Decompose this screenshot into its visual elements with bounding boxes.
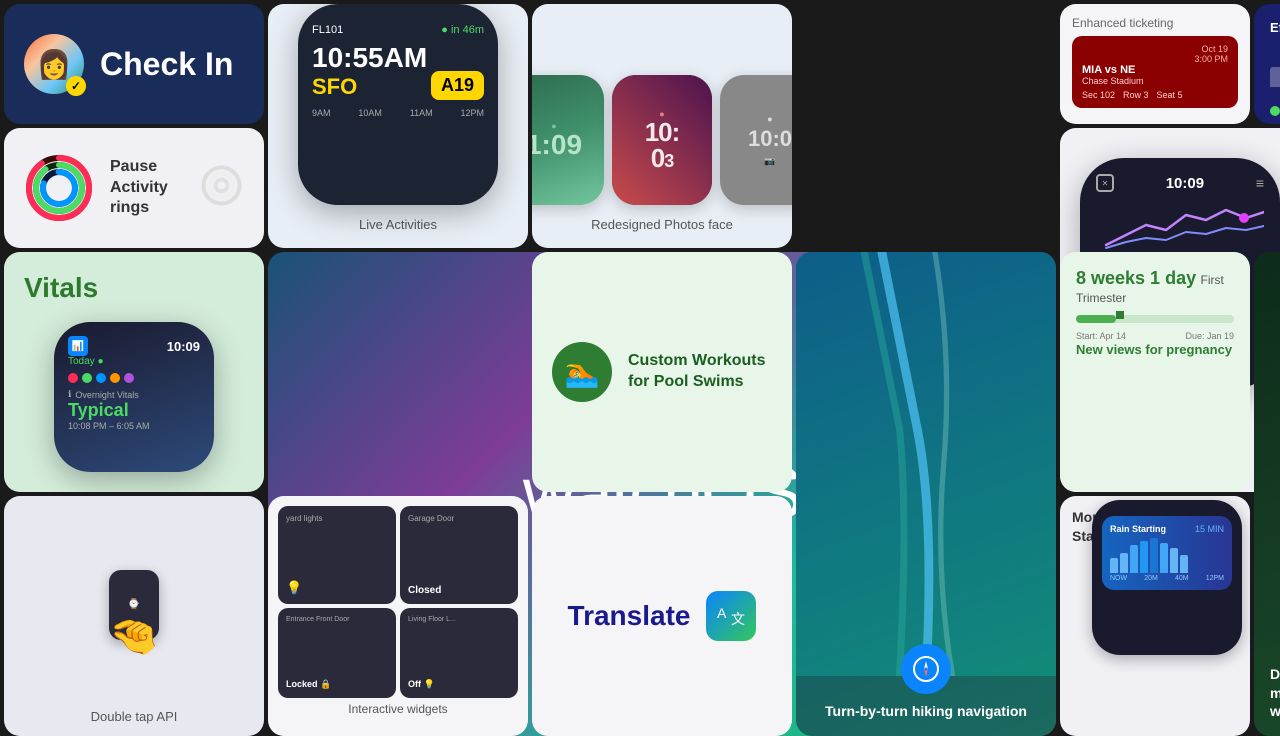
live-activities-watch: FL101 ● in 46m 10:55AM SFO A19 9AM 10AM … — [298, 4, 498, 205]
ticket-venue: Chase Stadium — [1082, 76, 1228, 86]
flight-number: FL101 — [312, 24, 343, 36]
pregnancy-weeks: 8 weeks 1 day — [1076, 268, 1196, 288]
vitals-card: Vitals 📊 10:09 Today ● ℹ Overnight Vital… — [4, 252, 264, 492]
translate-label: Translate — [568, 600, 691, 632]
pregnancy-marker — [1116, 311, 1124, 319]
vitals-overnight-label: Overnight Vitals — [75, 390, 138, 400]
pool-swims-card: 🏊 Custom Workouts for Pool Swims — [532, 252, 792, 492]
smart-stack-card: More intelligent Smart Stack Rain Starti… — [1060, 496, 1250, 736]
activity-rings — [24, 153, 94, 223]
pause-ring-preview — [199, 163, 244, 213]
checkin-label: Check In — [100, 46, 233, 83]
ticketing-card: Enhanced ticketing Oct 19 3:00 PM MIA vs… — [1060, 4, 1250, 124]
widget-grid: yard lights 💡 Garage Door Closed Entranc… — [278, 506, 518, 698]
nav-map-background — [796, 252, 1056, 676]
live-activities-card: FL101 ● in 46m 10:55AM SFO A19 9AM 10AM … — [268, 4, 528, 248]
translate-card: Translate A 文 — [532, 496, 792, 736]
svg-text:文: 文 — [731, 612, 745, 628]
double-tap-label: Double tap API — [91, 709, 178, 724]
pregnancy-bar-fill — [1076, 315, 1116, 323]
pause-activity-card: Pause Activity rings — [4, 128, 264, 248]
effort-dot — [1270, 106, 1280, 116]
photos-face-label: Redesigned Photos face — [591, 217, 733, 232]
vitals-status: Typical — [68, 400, 200, 421]
pregnancy-dates: Start: Apr 14 Due: Jan 19 — [1076, 331, 1234, 341]
flight-gate: A19 — [431, 71, 484, 100]
ticketing-title: Enhanced ticketing — [1072, 16, 1238, 30]
ticket-date: Oct 19 3:00 PM — [1082, 44, 1228, 64]
interactive-widgets-card: yard lights 💡 Garage Door Closed Entranc… — [268, 496, 528, 736]
flight-time: 10:55AM — [312, 42, 427, 74]
navigation-label: Turn-by-turn hiking navigation — [825, 702, 1027, 720]
watch-face-photo: ● 10:0 📷 — [720, 75, 792, 205]
nav-compass-icon — [901, 644, 951, 694]
vitals-today: Today ● — [68, 356, 200, 367]
checkin-avatar: 👩 — [24, 34, 84, 94]
widget-garage[interactable]: Garage Door Closed — [400, 506, 518, 604]
watch-face-green: ● 1:09 — [532, 75, 604, 205]
checkin-card: 👩 Check In — [4, 4, 264, 124]
vitals-time-range: 10:08 PM – 6:05 AM — [68, 421, 200, 431]
pregnancy-card: 8 weeks 1 day First Trimester Start: Apr… — [1060, 252, 1250, 492]
pause-label: Pause Activity rings — [110, 157, 183, 219]
route-maps-card: 🏃 OlmstedWilderness Trail Distance and r… — [1254, 252, 1280, 736]
pregnancy-progress-bar — [1076, 315, 1234, 323]
double-tap-card: ⌚ 🤏 Double tap API — [4, 496, 264, 736]
widget-lights[interactable]: yard lights 💡 — [278, 506, 396, 604]
flight-eta: ● in 46m — [441, 24, 484, 36]
svg-text:A: A — [717, 605, 727, 621]
pregnancy-label: New views for pregnancy — [1076, 342, 1232, 357]
interactive-widgets-label: Interactive widgets — [278, 702, 518, 716]
ticket-game: MIA vs NE — [1082, 64, 1228, 76]
translate-icon: A 文 — [706, 591, 756, 641]
live-activities-label: Live Activities — [359, 217, 437, 232]
rain-card: Rain Starting 15 MIN NOW 20M 40M — [1102, 516, 1232, 590]
widget-living[interactable]: Living Floor L... Off 💡 — [400, 608, 518, 699]
ticket-details: Sec 102 Row 3 Seat 5 — [1082, 90, 1228, 100]
vitals-feature-label: Vitals — [24, 272, 244, 304]
effort-card: Effort rating Moderate — [1254, 4, 1280, 124]
flight-destination: SFO — [312, 74, 357, 100]
effort-title: Effort rating — [1270, 20, 1280, 35]
vitals-watch: 📊 10:09 Today ● ℹ Overnight Vitals Typic… — [54, 322, 214, 472]
flight-timeline: 9AM 10AM 11AM 12PM — [312, 108, 484, 118]
widget-door[interactable]: Entrance Front Door Locked 🔒 — [278, 608, 396, 699]
effort-bars — [1270, 43, 1280, 87]
photos-watches: ● 1:09 ● 10:03 ● 10:0 📷 — [532, 75, 792, 205]
ticket-card: Oct 19 3:00 PM MIA vs NE Chase Stadium S… — [1072, 36, 1238, 108]
effort-moderate: Moderate — [1270, 103, 1280, 119]
hand-watch: ⌚ 🤏 — [109, 508, 159, 701]
watch-face-red: ● 10:03 — [612, 75, 712, 205]
route-maps-label: Distance and route maps for more workout… — [1270, 665, 1280, 720]
smart-stack-watch: Rain Starting 15 MIN NOW 20M 40M — [1092, 500, 1242, 655]
pool-swim-icon: 🏊 — [552, 342, 612, 402]
pool-swims-label: Custom Workouts for Pool Swims — [628, 351, 765, 393]
route-map-background: 🏃 — [1254, 252, 1280, 736]
navigation-card: Turn-by-turn hiking navigation — [796, 252, 1056, 736]
photos-face-card: ● 1:09 ● 10:03 ● 10:0 📷 Redesigned Photo… — [532, 4, 792, 248]
